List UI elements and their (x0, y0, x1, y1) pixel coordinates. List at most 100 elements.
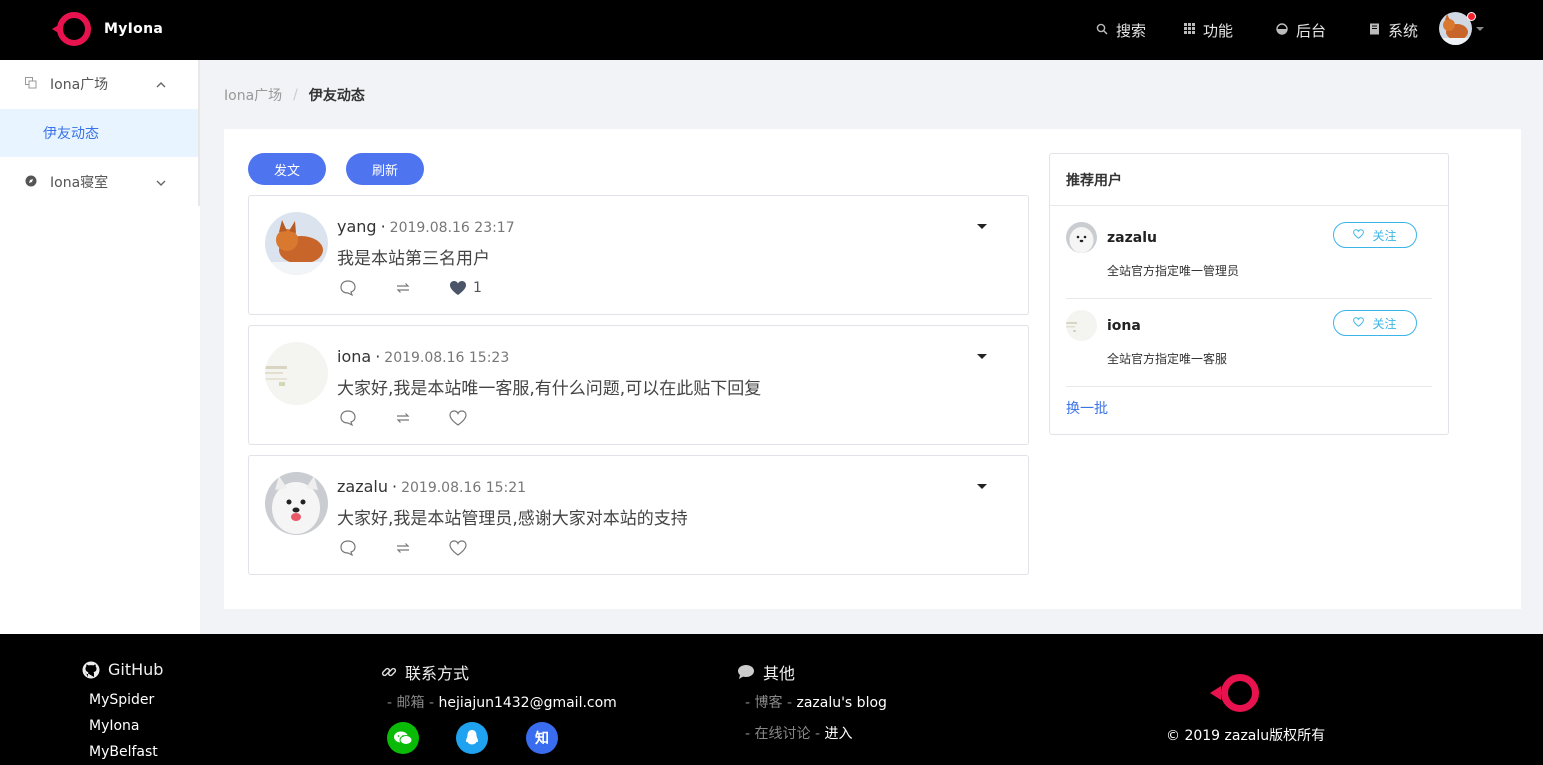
chevron-down-icon (156, 176, 166, 189)
nav-system[interactable]: 系统 (1369, 0, 1418, 60)
footer-link-myspider[interactable]: MySpider (89, 692, 154, 708)
recommend-title: 推荐用户 (1066, 173, 1122, 189)
heart-icon[interactable] (449, 539, 467, 557)
footer-other-label: 其他 (763, 664, 796, 683)
sidebar-item-iona-dorm[interactable]: Iona寝室 (0, 158, 200, 206)
post-card: yang · 2019.08.16 23:17 我是本站第三名用户 1 (248, 195, 1029, 315)
refresh-button[interactable]: 刷新 (346, 153, 424, 185)
divider (1066, 298, 1432, 299)
comment-icon[interactable] (339, 539, 357, 557)
sidebar-divider (198, 60, 200, 206)
footer-discuss-row: - 在线讨论 - 进入 (745, 723, 852, 743)
post-actions (339, 409, 473, 427)
follow-button[interactable]: 关注 (1333, 310, 1417, 336)
post-text: 大家好,我是本站唯一客服,有什么问题,可以在此贴下回复 (337, 379, 762, 399)
sidebar: Iona广场 伊友动态 Iona寝室 (0, 60, 200, 634)
discuss-link[interactable]: 进入 (824, 726, 852, 742)
recommend-users-card: 推荐用户 zazalu 全站官方指定唯一管理员 关注 iona 全站官方指定唯一… (1049, 153, 1449, 435)
footer-github-title: GitHub (82, 660, 163, 679)
follow-label: 关注 (1372, 228, 1397, 243)
email-link[interactable]: hejiajun1432@gmail.com (438, 695, 616, 711)
footer-blog-row: - 博客 - zazalu's blog (745, 692, 887, 712)
recommend-user-name[interactable]: iona (1107, 318, 1141, 334)
breadcrumb: Iona广场 / 伊友动态 (224, 85, 365, 105)
avatar[interactable] (265, 472, 328, 535)
post-header: iona · 2019.08.16 15:23 (337, 347, 509, 366)
blog-prefix: - 博客 - (745, 695, 793, 711)
heart-outline-icon (1353, 316, 1365, 330)
retweet-icon[interactable] (394, 539, 412, 557)
book-icon (1369, 23, 1380, 38)
nav-features-label: 功能 (1203, 21, 1234, 40)
heart-filled-icon[interactable] (449, 279, 467, 297)
brand-logo[interactable]: MyIona (52, 9, 163, 49)
post-time: 2019.08.16 15:23 (384, 350, 510, 366)
caret-down-icon[interactable] (977, 354, 987, 359)
sidebar-item-friend-feed[interactable]: 伊友动态 (0, 109, 200, 157)
post-actions (339, 539, 473, 557)
follow-label: 关注 (1372, 316, 1397, 331)
blog-link[interactable]: zazalu's blog (796, 695, 886, 711)
post-author[interactable]: zazalu (337, 477, 388, 496)
heart-icon[interactable] (449, 409, 467, 427)
link-icon (381, 664, 397, 680)
chevron-up-icon (156, 78, 166, 91)
change-batch-link[interactable]: 换一批 (1066, 398, 1108, 418)
post-text: 我是本站第三名用户 (337, 249, 490, 269)
zhihu-glyph: 知 (535, 731, 549, 747)
sidebar-item-label: Iona广场 (50, 77, 109, 93)
nav-search-label: 搜索 (1116, 21, 1147, 40)
caret-down-icon[interactable] (977, 224, 987, 229)
post-author[interactable]: iona (337, 347, 371, 366)
footer: GitHub MySpider MyIona MyBelfast 联系方式 - … (0, 634, 1543, 765)
comment-icon[interactable] (339, 409, 357, 427)
post-header: zazalu · 2019.08.16 15:21 (337, 477, 526, 496)
follow-button[interactable]: 关注 (1333, 222, 1417, 248)
discuss-prefix: - 在线讨论 - (745, 726, 821, 742)
post-time: 2019.08.16 15:21 (401, 480, 527, 496)
recommend-user-desc: 全站官方指定唯一客服 (1107, 352, 1228, 366)
qq-icon[interactable] (456, 722, 488, 754)
nav-admin[interactable]: 后台 (1276, 0, 1326, 60)
retweet-icon[interactable] (394, 409, 412, 427)
post-time: 2019.08.16 23:17 (389, 220, 515, 236)
footer-link-mybelfast[interactable]: MyBelfast (89, 744, 158, 760)
comment-icon[interactable] (339, 279, 357, 297)
footer-link-myiona[interactable]: MyIona (89, 718, 140, 734)
post-button[interactable]: 发文 (248, 153, 326, 185)
zhihu-icon[interactable]: 知 (526, 722, 558, 754)
copy-icon (25, 76, 37, 92)
nav-search[interactable]: 搜索 (1096, 0, 1146, 60)
divider (1066, 386, 1432, 387)
retweet-icon[interactable] (394, 279, 412, 297)
footer-logo-icon (1210, 674, 1259, 712)
main-content: 发文 刷新 yang · 2019.08.16 23:17 我是本站第三名用户 … (224, 129, 1521, 609)
avatar[interactable] (265, 342, 328, 405)
breadcrumb-current: 伊友动态 (308, 88, 365, 104)
caret-down-icon[interactable] (977, 484, 987, 489)
avatar[interactable] (265, 212, 328, 275)
avatar[interactable] (1066, 310, 1097, 341)
recommend-user-item: zazalu 全站官方指定唯一管理员 关注 (1066, 222, 1432, 310)
recommend-user-desc: 全站官方指定唯一管理员 (1107, 264, 1240, 278)
nav-admin-label: 后台 (1296, 21, 1327, 40)
avatar[interactable] (1066, 222, 1097, 253)
sidebar-item-iona-square[interactable]: Iona广场 (0, 60, 200, 108)
github-icon (82, 661, 100, 679)
recommend-user-item: iona 全站官方指定唯一客服 关注 (1066, 310, 1432, 398)
nav-system-label: 系统 (1388, 21, 1419, 40)
nav-features[interactable]: 功能 (1184, 0, 1233, 60)
grid-icon (1184, 23, 1195, 37)
post-card: zazalu · 2019.08.16 15:21 大家好,我是本站管理员,感谢… (248, 455, 1029, 575)
post-card: iona · 2019.08.16 15:23 大家好,我是本站唯一客服,有什么… (248, 325, 1029, 445)
wechat-icon[interactable] (387, 722, 419, 754)
chevron-down-icon[interactable] (1476, 27, 1484, 31)
breadcrumb-item[interactable]: Iona广场 (224, 85, 282, 105)
top-header: MyIona 搜索 功能 后台 系统 (0, 0, 1543, 60)
post-author[interactable]: yang (337, 217, 377, 236)
post-text: 大家好,我是本站管理员,感谢大家对本站的支持 (337, 509, 688, 529)
sidebar-item-label: Iona寝室 (50, 175, 109, 191)
footer-github-label: GitHub (108, 660, 164, 679)
recommend-user-name[interactable]: zazalu (1107, 230, 1157, 246)
chat-bubble-icon (737, 664, 755, 680)
